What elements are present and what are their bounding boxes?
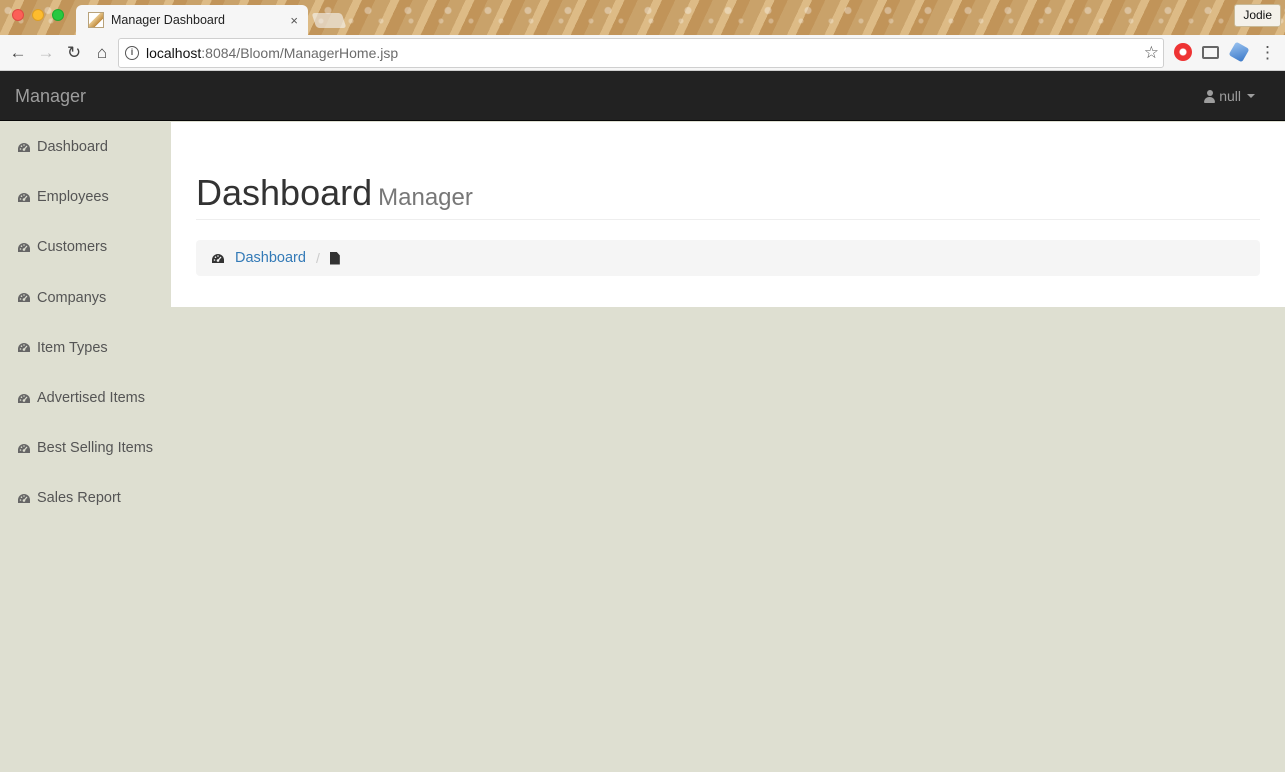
reload-icon[interactable]: ↻ [63,42,85,64]
bookmark-star-icon[interactable]: ☆ [1144,43,1159,63]
profile-button[interactable]: Jodie [1234,4,1281,27]
tab-close-icon[interactable]: × [290,13,298,28]
sidebar-item-item-types[interactable]: Item Types [0,323,170,373]
url-host: localhost [146,45,202,61]
sidebar-item-sales-report[interactable]: Sales Report [0,473,170,523]
site-info-icon[interactable]: i [125,46,139,60]
sidebar-item-customers[interactable]: Customers [0,222,170,272]
forward-arrow-icon[interactable]: → [35,42,57,64]
sidebar-item-companys[interactable]: Companys [0,273,170,323]
new-tab-button[interactable] [311,13,347,28]
sidebar-item-employees[interactable]: Employees [0,172,170,222]
address-bar[interactable]: i localhost :8084/Bloom/ManagerHome.jsp … [118,38,1164,68]
dashboard-icon [211,253,225,264]
extension-cube-icon[interactable] [1228,41,1250,63]
breadcrumb-dashboard-link[interactable]: Dashboard [235,250,306,266]
maximize-window-button[interactable] [52,9,64,21]
user-dropdown[interactable]: null [1204,88,1255,104]
browser-menu-icon[interactable]: ⋮ [1259,42,1276,64]
home-icon[interactable]: ⌂ [91,42,113,64]
dashboard-icon [17,192,31,203]
url-path: :8084/Bloom/ManagerHome.jsp [201,45,399,61]
breadcrumb-separator: / [315,250,320,266]
back-arrow-icon[interactable]: ← [7,42,29,64]
navbar-brand[interactable]: Manager [15,86,86,107]
minimize-window-button[interactable] [32,9,44,21]
sidebar-item-label: Dashboard [37,139,108,156]
app-navbar: Manager null [0,71,1285,121]
sidebar-item-dashboard[interactable]: Dashboard [0,122,170,172]
close-window-button[interactable] [12,9,24,21]
tab-favicon-icon [88,12,104,28]
page-header: Dashboard Manager [196,172,1260,220]
dashboard-icon [17,493,31,504]
breadcrumb: Dashboard / [196,240,1260,276]
sidebar-item-label: Employees [37,189,109,206]
sidebar-item-label: Customers [37,239,108,256]
tab-title: Manager Dashboard [111,13,225,27]
dashboard-icon [17,342,31,353]
sidebar-item-advertised-items[interactable]: Advertised Items [0,373,170,423]
caret-down-icon [1247,94,1255,98]
dashboard-icon [17,242,31,253]
file-icon [329,251,340,265]
dashboard-icon [17,292,31,303]
extension-red-icon[interactable] [1174,43,1192,61]
browser-titlebar: Manager Dashboard × Jodie [0,0,1285,35]
sidebar-item-best-selling-items[interactable]: Best Selling Items [0,423,170,473]
main-content: Dashboard Manager Dashboard / [171,122,1285,307]
sidebar-item-label: Advertised Items [37,390,145,407]
dashboard-icon [17,393,31,404]
sidebar-item-label: Sales Report [37,490,121,507]
sidebar-item-label: Item Types [37,339,108,356]
dashboard-icon [17,443,31,454]
browser-toolbar: ← → ↻ ⌂ i localhost :8084/Bloom/ManagerH… [0,35,1285,71]
page-subtitle: Manager [378,184,473,211]
sidebar-item-label: Companys [37,289,107,306]
dashboard-icon [17,142,31,153]
sidebar-item-label: Best Selling Items [37,440,154,457]
browser-tab[interactable]: Manager Dashboard × [76,5,308,35]
sidebar: Dashboard Employees Customers Companys Item … [0,122,170,524]
cast-icon[interactable] [1202,46,1219,59]
page-title: Dashboard [196,172,373,213]
user-name: null [1219,88,1241,104]
user-icon [1204,89,1216,103]
